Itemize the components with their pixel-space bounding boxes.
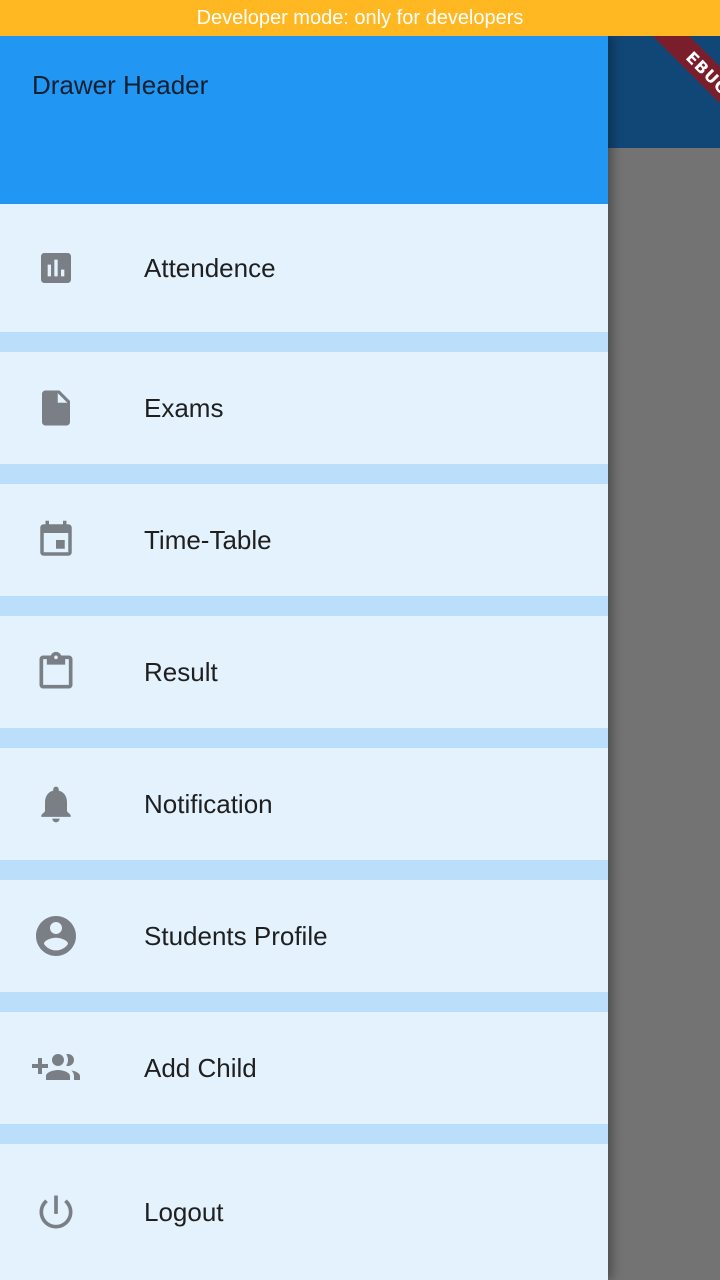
drawer-header-title: Drawer Header bbox=[32, 70, 209, 100]
menu-item-add-child[interactable]: Add Child bbox=[0, 1012, 608, 1124]
developer-mode-text: Developer mode: only for developers bbox=[196, 6, 524, 29]
drawer-scrim[interactable] bbox=[608, 148, 720, 1280]
bar-chart-icon bbox=[32, 244, 80, 292]
debug-banner: EBUG bbox=[608, 36, 720, 148]
menu-item-result[interactable]: Result bbox=[0, 616, 608, 728]
debug-banner-text: EBUG bbox=[642, 36, 720, 139]
menu-item-label: Add Child bbox=[144, 1052, 257, 1083]
drawer-header: Drawer Header bbox=[0, 36, 608, 204]
menu-item-label: Result bbox=[144, 656, 218, 687]
menu-item-attendence[interactable]: Attendence bbox=[0, 204, 608, 332]
menu-item-logout[interactable]: Logout bbox=[0, 1144, 608, 1280]
menu-item-label: Attendence bbox=[144, 252, 276, 283]
calendar-icon bbox=[32, 516, 80, 564]
account-circle-icon bbox=[32, 912, 80, 960]
menu-item-notification[interactable]: Notification bbox=[0, 748, 608, 860]
menu-item-label: Exams bbox=[144, 392, 224, 423]
clipboard-icon bbox=[32, 648, 80, 696]
menu-item-label: Logout bbox=[144, 1196, 224, 1227]
power-icon bbox=[32, 1188, 80, 1236]
menu-item-label: Time-Table bbox=[144, 524, 272, 555]
menu-item-time-table[interactable]: Time-Table bbox=[0, 484, 608, 596]
developer-mode-banner: Developer mode: only for developers bbox=[0, 0, 720, 36]
group-add-icon bbox=[32, 1044, 80, 1092]
menu-item-students-profile[interactable]: Students Profile bbox=[0, 880, 608, 992]
file-icon bbox=[32, 384, 80, 432]
menu-item-label: Notification bbox=[144, 788, 273, 819]
menu-item-label: Students Profile bbox=[144, 920, 328, 951]
menu-item-exams[interactable]: Exams bbox=[0, 352, 608, 464]
bell-icon bbox=[32, 780, 80, 828]
navigation-drawer: Drawer Header Attendence Exams Time-Tabl… bbox=[0, 36, 608, 1280]
